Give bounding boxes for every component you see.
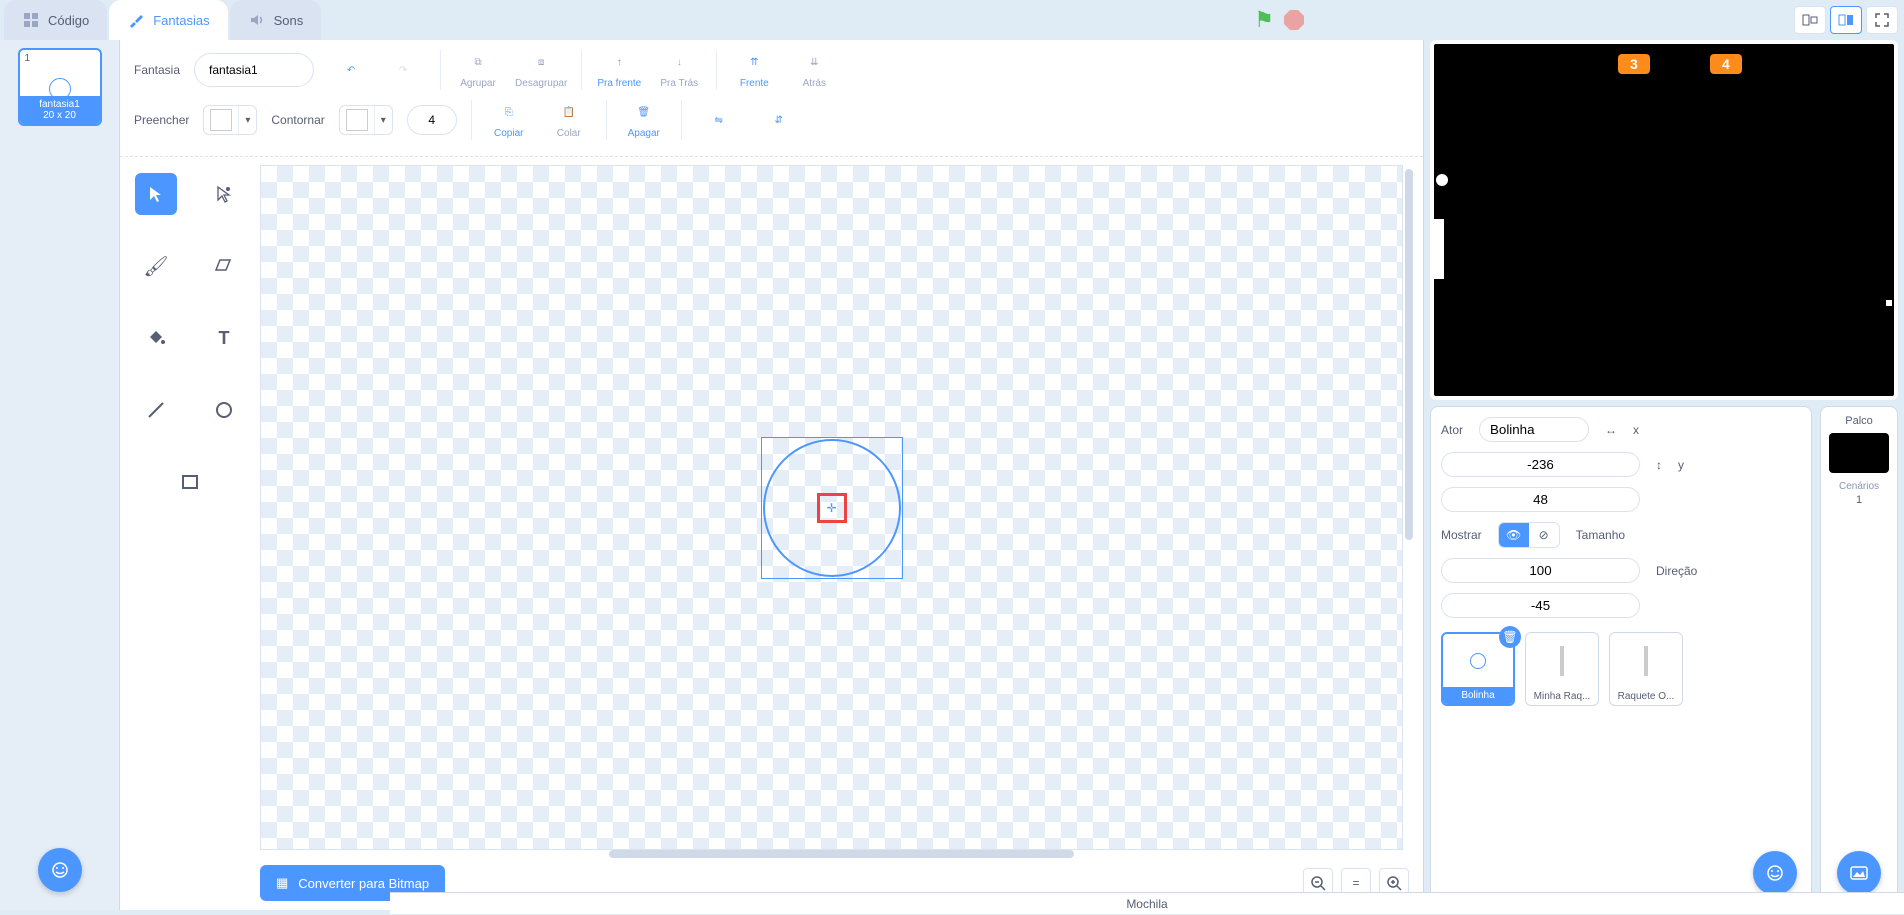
flip-horizontal-button[interactable]: ⇋ [696, 109, 742, 131]
select-tool[interactable] [135, 173, 177, 215]
costume-name-input[interactable] [194, 53, 314, 87]
fill-color-button[interactable]: ▾ [203, 105, 257, 135]
show-label: Mostrar [1441, 528, 1482, 542]
canvas-scrollbar-horizontal[interactable] [609, 850, 1074, 858]
sprite-thumb-icon [1560, 646, 1564, 676]
costume-thumbnail-1[interactable]: 1 fantasia1 20 x 20 [18, 48, 102, 126]
canvas-scrollbar-vertical[interactable] [1405, 169, 1413, 540]
copy-button[interactable]: ⎘Copiar [486, 102, 532, 139]
stage-paddle [1434, 219, 1444, 279]
outline-color-button[interactable]: ▾ [339, 105, 393, 135]
tab-code-label: Código [48, 13, 89, 28]
forward-button[interactable]: ↑Pra frente [596, 52, 642, 89]
outline-label: Contornar [271, 113, 324, 127]
hide-sprite-button[interactable]: ⊘ [1529, 523, 1559, 547]
costume-name-label: Fantasia [134, 63, 180, 77]
back-button[interactable]: ⇊Atrás [791, 52, 837, 89]
sound-icon [248, 11, 266, 29]
sprite-name: Minha Raq... [1526, 688, 1598, 705]
sprite-thumb-icon [1644, 646, 1648, 676]
add-sprite-button[interactable] [1753, 851, 1797, 895]
backpack-bar[interactable]: Mochila [390, 892, 1904, 914]
sprite-panel: Ator ↔ x ↕ y Mostrar 👁 ⊘ Tamanho [1430, 406, 1812, 910]
backdrops-count: 1 [1856, 494, 1862, 506]
sprite-size-input[interactable] [1441, 558, 1640, 583]
sprite-direction-input[interactable] [1441, 593, 1640, 618]
costume-thumb-name: fantasia1 [20, 99, 100, 110]
stage-small-button[interactable] [1794, 6, 1826, 34]
stage-panel: Palco Cenários 1 [1820, 406, 1898, 910]
sprite-y-input[interactable] [1441, 487, 1640, 512]
tab-sounds[interactable]: Sons [230, 0, 322, 40]
eraser-tool[interactable] [203, 245, 245, 287]
size-label: Tamanho [1576, 528, 1625, 542]
flip-vertical-button[interactable]: ⇵ [756, 109, 802, 131]
undo-button[interactable]: ↶ [328, 59, 374, 81]
delete-button[interactable]: 🗑Apagar [621, 102, 667, 139]
x-label: x [1633, 423, 1639, 437]
sprite-name: Bolinha [1443, 687, 1513, 704]
stage-title: Palco [1845, 415, 1873, 427]
costume-index: 1 [25, 53, 31, 64]
y-label: y [1678, 458, 1684, 472]
costume-thumb-size: 20 x 20 [20, 110, 100, 121]
front-button[interactable]: ⇈Frente [731, 52, 777, 89]
tab-sounds-label: Sons [274, 13, 304, 28]
actor-label: Ator [1441, 423, 1463, 437]
y-axis-icon: ↕ [1656, 458, 1662, 472]
brush-tool[interactable]: 🖌 [135, 245, 177, 287]
paste-button[interactable]: 📋Colar [546, 102, 592, 139]
fill-label: Preencher [134, 113, 189, 127]
chevron-down-icon: ▾ [238, 106, 256, 134]
sprite-x-input[interactable] [1441, 452, 1640, 477]
tab-code[interactable]: Código [4, 0, 107, 40]
stage-large-button[interactable] [1830, 6, 1862, 34]
sprite-name-input[interactable] [1479, 417, 1589, 442]
show-sprite-button[interactable]: 👁 [1499, 523, 1529, 547]
fill-tool[interactable] [135, 317, 177, 359]
circle-tool[interactable] [203, 389, 245, 431]
stop-button[interactable] [1284, 10, 1304, 30]
ungroup-button[interactable]: ⧈Desagrupar [515, 52, 567, 89]
add-backdrop-button[interactable] [1837, 851, 1881, 895]
direction-label: Direção [1656, 564, 1697, 578]
monitor-score-2[interactable]: 4 [1710, 54, 1742, 74]
x-axis-icon: ↔ [1605, 423, 1617, 437]
delete-sprite-button[interactable]: 🗑 [1499, 626, 1521, 648]
redo-button[interactable]: ↷ [380, 59, 426, 81]
fullscreen-button[interactable] [1866, 6, 1898, 34]
backdrops-label: Cenários [1839, 481, 1879, 492]
add-costume-button[interactable] [38, 848, 82, 892]
stage-dot [1886, 300, 1892, 306]
center-point-icon[interactable]: ✛ [817, 493, 847, 523]
sprite-thumb-icon [1470, 653, 1486, 669]
green-flag-button[interactable]: ⚑ [1254, 7, 1274, 33]
rectangle-tool[interactable] [169, 461, 211, 503]
stage-thumbnail[interactable] [1829, 433, 1889, 473]
outline-width-input[interactable] [407, 105, 457, 135]
bitmap-icon: ▦ [276, 875, 288, 891]
tab-costumes-label: Fantasias [153, 13, 209, 28]
tab-costumes[interactable]: Fantasias [109, 0, 227, 40]
blocks-icon [22, 11, 40, 29]
paint-canvas[interactable]: ✛ [260, 165, 1403, 850]
sprite-card-raquete-oponente[interactable]: Raquete O... [1609, 632, 1683, 706]
text-tool[interactable]: T [203, 317, 245, 359]
line-tool[interactable] [135, 389, 177, 431]
reshape-tool[interactable] [203, 173, 245, 215]
sprite-card-bolinha[interactable]: 🗑 Bolinha [1441, 632, 1515, 706]
outline-swatch [346, 109, 368, 131]
brush-icon [127, 11, 145, 29]
backward-button[interactable]: ↓Pra Trás [656, 52, 702, 89]
group-button[interactable]: ⧉Agrupar [455, 52, 501, 89]
chevron-down-icon: ▾ [374, 106, 392, 134]
fill-swatch [210, 109, 232, 131]
monitor-score-1[interactable]: 3 [1618, 54, 1650, 74]
stage[interactable]: 3 4 [1430, 40, 1898, 400]
sprite-card-minha-raquete[interactable]: Minha Raq... [1525, 632, 1599, 706]
sprite-name: Raquete O... [1610, 688, 1682, 705]
stage-ball [1436, 174, 1448, 186]
